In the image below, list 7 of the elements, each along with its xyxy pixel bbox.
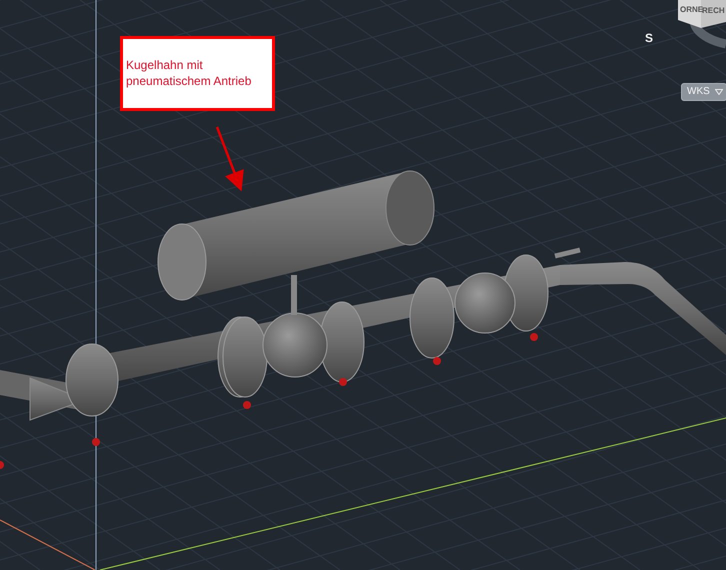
caret-icon <box>714 89 723 95</box>
cube-face-label[interactable]: ORNE <box>680 5 704 14</box>
view-cube[interactable] <box>678 0 726 48</box>
compass-label[interactable]: S <box>645 31 654 45</box>
callout-arrow <box>216 126 244 192</box>
callout-text: Kugelhahn mit pneumatischem Antrieb <box>126 57 252 89</box>
ucs-dropdown[interactable]: WKS <box>681 83 726 101</box>
